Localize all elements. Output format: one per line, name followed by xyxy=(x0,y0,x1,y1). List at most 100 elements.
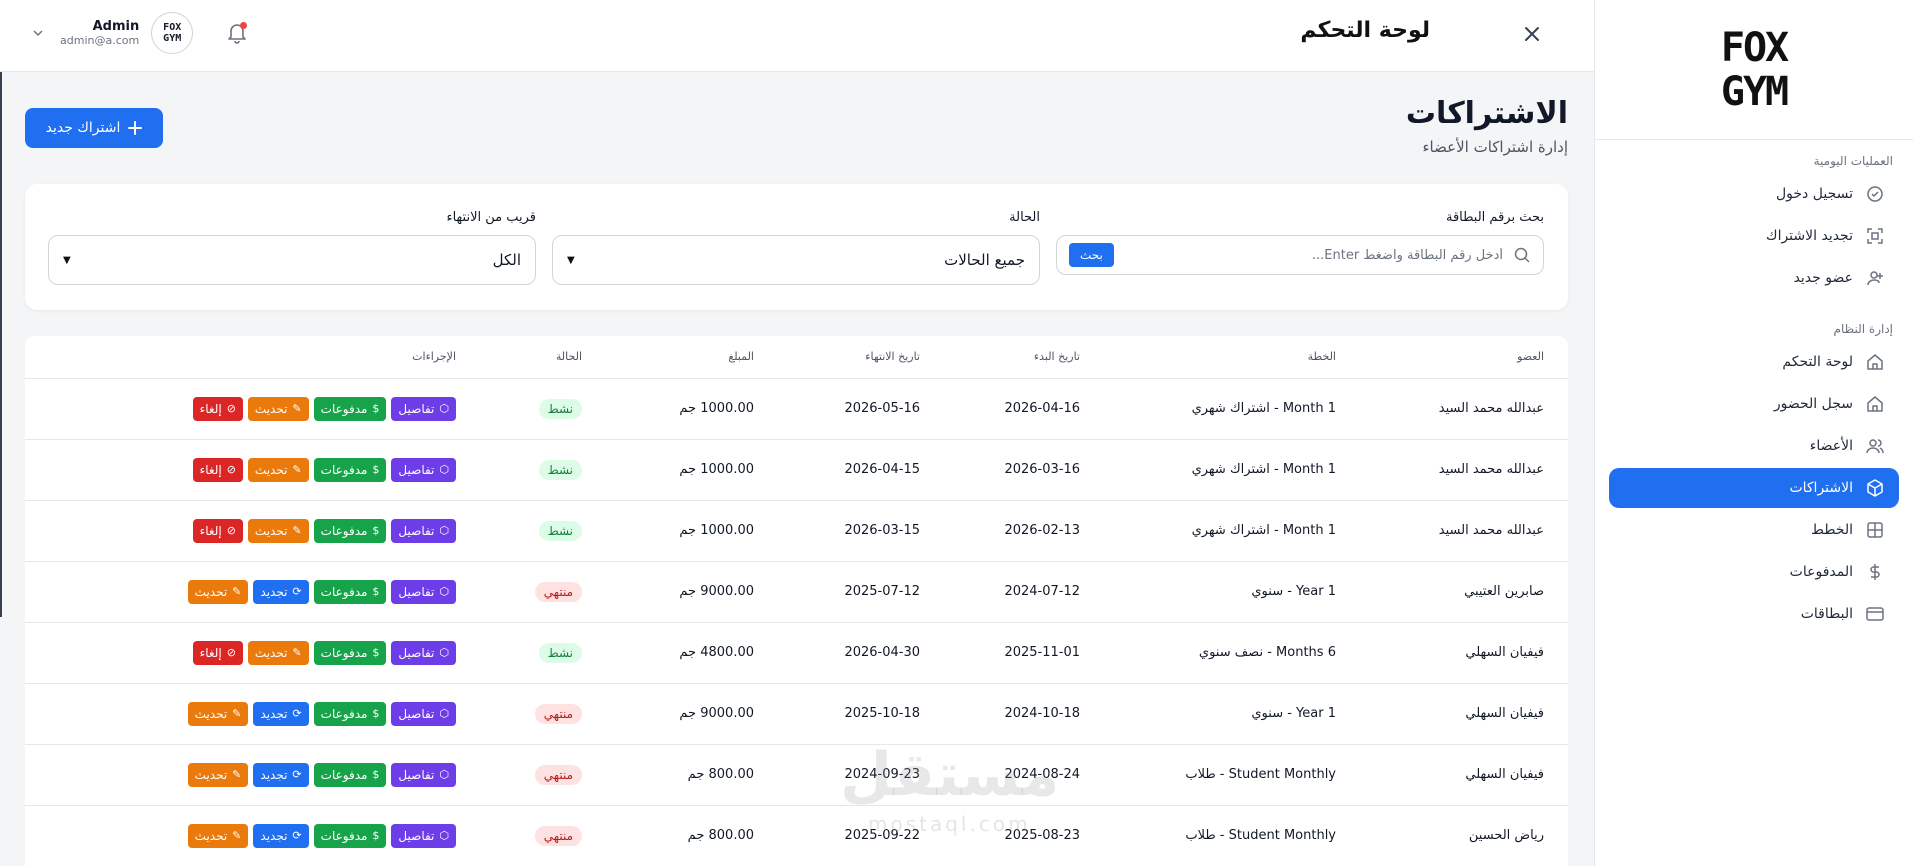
payments-button[interactable]: $ مدفوعات xyxy=(313,396,387,421)
cell-member: عبدالله محمد السيد xyxy=(1336,500,1568,562)
cancel-button[interactable]: ⦸ إلغاء xyxy=(192,457,243,482)
payments-button[interactable]: $ مدفوعات xyxy=(313,701,387,726)
renew-button[interactable]: ⟳ تجديد xyxy=(253,701,309,726)
notifications-button[interactable] xyxy=(224,20,250,46)
sidebar-item-users[interactable]: الأعضاء xyxy=(1609,426,1899,466)
logo-line-1: FOX xyxy=(1720,24,1789,71)
payments-button[interactable]: $ مدفوعات xyxy=(313,518,387,543)
edit-icon: ✎ xyxy=(232,707,242,720)
user-menu[interactable]: Admin admin@a.com FOX GYM xyxy=(28,12,194,54)
ban-icon: ⦸ xyxy=(226,463,236,476)
row-actions: ⬡ تفاصيل $ مدفوعات ⟳ تجديد ✎ تحديث xyxy=(25,823,456,848)
update-label: تحديث xyxy=(194,584,228,599)
payments-button[interactable]: $ مدفوعات xyxy=(313,823,387,848)
payments-button[interactable]: $ مدفوعات xyxy=(313,762,387,787)
app-root: FOX GYM العمليات اليومية تسجيل دخول تجديد … xyxy=(0,0,1913,866)
update-button[interactable]: ✎ تحديث xyxy=(187,701,249,726)
update-label: تحديث xyxy=(194,706,228,721)
details-label: تفاصيل xyxy=(398,462,435,477)
card-number-input[interactable] xyxy=(1123,247,1503,263)
details-button[interactable]: ⬡ تفاصيل xyxy=(391,579,456,604)
payments-button[interactable]: $ مدفوعات xyxy=(313,579,387,604)
details-button[interactable]: ⬡ تفاصيل xyxy=(391,640,456,665)
payments-button[interactable]: $ مدفوعات xyxy=(313,640,387,665)
sidebar-item-home[interactable]: سجل الحضور xyxy=(1609,384,1899,424)
cell-end-date: 2026-03-15 xyxy=(754,500,920,562)
details-button[interactable]: ⬡ تفاصيل xyxy=(391,457,456,482)
sidebar-item-box[interactable]: الاشتراكات xyxy=(1609,468,1899,508)
sidebar-item-dollar[interactable]: المدفوعات xyxy=(1609,552,1899,592)
update-button[interactable]: ✎ تحديث xyxy=(247,396,309,421)
sidebar-nav: العمليات اليومية تسجيل دخول تجديد الاشتراك… xyxy=(1595,140,1913,634)
user-name: Admin xyxy=(92,19,140,34)
col-actions: الإجراءات xyxy=(25,336,456,379)
cell-actions: ⬡ تفاصيل $ مدفوعات ✎ تحديث ⦸ إلغاء xyxy=(25,500,456,562)
ban-icon: ⦸ xyxy=(226,402,236,415)
sidebar-item-scan[interactable]: تجديد الاشتراك xyxy=(1609,216,1899,256)
refresh-icon: ⟳ xyxy=(292,585,302,598)
cell-start-date: 2026-04-16 xyxy=(920,378,1080,440)
payments-button[interactable]: $ مدفوعات xyxy=(313,457,387,482)
expiry-select[interactable]: الكل ▼ xyxy=(48,235,536,285)
update-button[interactable]: ✎ تحديث xyxy=(247,457,309,482)
table-row: صابرين العتيبي 1 Year - سنوي 2024-07-12 202… xyxy=(25,561,1568,623)
avatar[interactable]: FOX GYM xyxy=(151,12,194,54)
renew-label: تجديد xyxy=(260,584,288,599)
sidebar-item-label: الاشتراكات xyxy=(1789,480,1853,496)
check-circle-icon xyxy=(1865,184,1885,204)
col-plan: الخطة xyxy=(1080,336,1336,379)
chevron-down-icon[interactable] xyxy=(28,26,48,40)
payments-label: مدفوعات xyxy=(320,828,368,843)
refresh-icon: ⟳ xyxy=(292,768,302,781)
update-button[interactable]: ✎ تحديث xyxy=(247,518,309,543)
cell-plan: 1 Month - اشتراك شهري xyxy=(1080,439,1336,501)
cell-actions: ⬡ تفاصيل $ مدفوعات ⟳ تجديد ✎ تحديث xyxy=(25,744,456,806)
details-button[interactable]: ⬡ تفاصيل xyxy=(391,396,456,421)
search-button[interactable]: بحث xyxy=(1069,243,1114,267)
cancel-button[interactable]: ⦸ إلغاء xyxy=(192,396,243,421)
cell-amount: 9000.00 جم xyxy=(588,561,754,623)
cell-actions: ⬡ تفاصيل $ مدفوعات ⟳ تجديد ✎ تحديث xyxy=(25,561,456,623)
renew-button[interactable]: ⟳ تجديد xyxy=(253,823,309,848)
sidebar-item-check-circle[interactable]: تسجيل دخول xyxy=(1609,174,1899,214)
details-button[interactable]: ⬡ تفاصيل xyxy=(391,823,456,848)
cell-status: منتهي xyxy=(456,805,588,866)
row-actions: ⬡ تفاصيل $ مدفوعات ⟳ تجديد ✎ تحديث xyxy=(25,701,456,726)
sidebar-item-home[interactable]: لوحة التحكم xyxy=(1609,342,1899,382)
close-button[interactable] xyxy=(1518,20,1546,48)
details-button[interactable]: ⬡ تفاصيل xyxy=(391,701,456,726)
sidebar-item-card[interactable]: البطاقات xyxy=(1609,594,1899,634)
dollar-icon: $ xyxy=(372,463,380,476)
sidebar-item-grid[interactable]: الخطط xyxy=(1609,510,1899,550)
update-button[interactable]: ✎ تحديث xyxy=(187,579,249,604)
sidebar-item-label: سجل الحضور xyxy=(1773,396,1853,412)
cancel-button[interactable]: ⦸ إلغاء xyxy=(192,518,243,543)
cell-member: عبدالله محمد السيد xyxy=(1336,439,1568,501)
update-button[interactable]: ✎ تحديث xyxy=(187,762,249,787)
update-button[interactable]: ✎ تحديث xyxy=(247,640,309,665)
new-subscription-button[interactable]: اشتراك جديد xyxy=(25,108,163,148)
cell-actions: ⬡ تفاصيل $ مدفوعات ⟳ تجديد ✎ تحديث xyxy=(25,805,456,866)
details-button[interactable]: ⬡ تفاصيل xyxy=(391,518,456,543)
status-select[interactable]: جميع الحالات ▼ xyxy=(552,235,1040,285)
edit-icon: ✎ xyxy=(292,524,302,537)
cell-status: نشط xyxy=(456,500,588,562)
renew-button[interactable]: ⟳ تجديد xyxy=(253,762,309,787)
update-label: تحديث xyxy=(254,523,288,538)
cell-actions: ⬡ تفاصيل $ مدفوعات ✎ تحديث ⦸ إلغاء xyxy=(25,439,456,501)
box-icon xyxy=(1865,478,1885,498)
notification-dot xyxy=(240,22,247,29)
details-button[interactable]: ⬡ تفاصيل xyxy=(391,762,456,787)
cell-actions: ⬡ تفاصيل $ مدفوعات ✎ تحديث ⦸ إلغاء xyxy=(25,378,456,440)
chevron-down-icon: ▼ xyxy=(63,254,71,266)
box-icon: ⬡ xyxy=(439,768,449,781)
status-badge: منتهي xyxy=(534,825,582,846)
cancel-label: إلغاء xyxy=(199,462,222,477)
cancel-button[interactable]: ⦸ إلغاء xyxy=(192,640,243,665)
cancel-label: إلغاء xyxy=(199,523,222,538)
renew-button[interactable]: ⟳ تجديد xyxy=(253,579,309,604)
payments-label: مدفوعات xyxy=(320,767,368,782)
sidebar-item-user-plus[interactable]: عضو جديد xyxy=(1609,258,1899,298)
user-email: admin@a.com xyxy=(60,34,140,47)
update-button[interactable]: ✎ تحديث xyxy=(187,823,249,848)
